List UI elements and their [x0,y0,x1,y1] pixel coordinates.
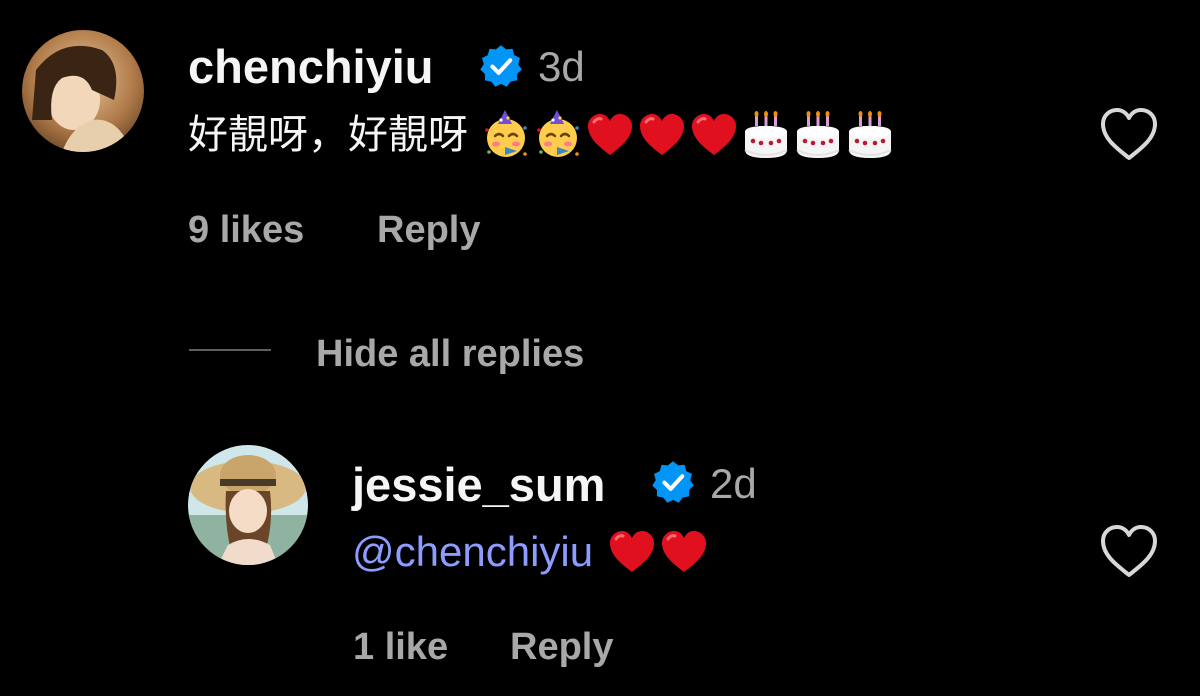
comment-emojis [479,110,895,158]
birthday-cake-icon [845,110,895,160]
comment-reply-button[interactable]: Reply [377,211,480,249]
comment-likes[interactable]: 9 likes [188,211,304,249]
red-heart-icon [659,529,709,575]
like-heart-icon[interactable] [1098,106,1160,162]
partying-face-icon [533,110,583,160]
avatar-image [22,30,144,152]
red-heart-icon [585,112,635,158]
hide-replies-button[interactable]: Hide all replies [316,335,584,373]
birthday-cake-icon [793,110,843,160]
avatar-image [188,445,308,565]
replies-divider [189,349,271,351]
comment-timestamp: 3d [538,43,585,90]
verified-badge-icon [480,45,522,87]
reply-reply-button[interactable]: Reply [510,628,613,666]
like-heart-icon[interactable] [1098,523,1160,579]
birthday-cake-icon [741,110,791,160]
avatar-jessie-sum[interactable] [188,445,308,565]
reply-text: @chenchiyiu [352,528,709,575]
red-heart-icon [637,112,687,158]
partying-face-icon [481,110,531,160]
red-heart-icon [689,112,739,158]
reply-emojis [605,525,709,575]
reply-timestamp: 2d [710,460,757,507]
red-heart-icon [607,529,657,575]
reply-likes[interactable]: 1 like [353,628,448,666]
comment-text-body: 好靚呀，好靚呀 [188,112,468,158]
comment-text: 好靚呀，好靚呀 [188,110,895,160]
reply-username[interactable]: jessie_sum [352,461,605,508]
comment-username[interactable]: chenchiyiu [188,43,434,90]
verified-badge-icon [652,461,694,503]
mention-link[interactable]: @chenchiyiu [352,528,593,575]
avatar-chenchiyiu[interactable] [22,30,144,152]
